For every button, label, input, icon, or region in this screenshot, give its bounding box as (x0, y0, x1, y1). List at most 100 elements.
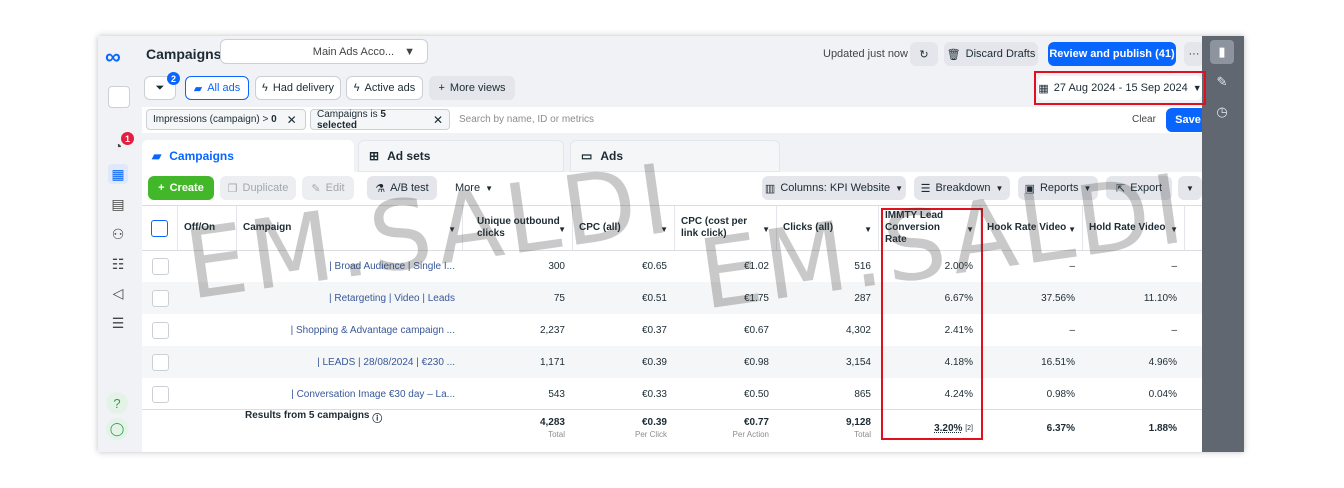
total-cpc-all: €0.39 Per Click (634, 417, 667, 439)
cell-clicks: 287 (854, 292, 871, 304)
chat-icon[interactable]: ◯ (106, 418, 128, 440)
menu-icon[interactable]: ☰ (108, 313, 128, 333)
cell-cpc-link: €0.98 (743, 356, 769, 368)
history-icon[interactable]: ◷ (1210, 100, 1234, 124)
meta-logo[interactable]: ∞ (105, 44, 121, 70)
cell-cpc-link: €0.50 (743, 388, 769, 400)
cell-cpc-link: €1.75 (743, 292, 769, 304)
cell-outbound: 2,237 (539, 324, 565, 336)
notifications-icon[interactable]: ◔ 1 (108, 132, 134, 156)
cell-outbound: 300 (548, 260, 565, 272)
col-hold-rate[interactable]: Hold Rate Video ▼ (1083, 206, 1185, 250)
tab-campaigns[interactable]: ▰ Campaigns (142, 140, 354, 172)
search-input[interactable]: Search by name, ID or metrics (459, 114, 594, 125)
table-row[interactable]: | Retargeting | Video | Leads 75 €0.51 €1.7… (142, 282, 1202, 314)
row-checkbox[interactable] (142, 314, 178, 346)
campaign-name-link[interactable]: | Conversation Image €30 day – La... (237, 378, 463, 410)
chart-icon[interactable]: ▮ (1210, 40, 1234, 64)
account-selector[interactable]: Main Ads Acco... ▼ (220, 39, 428, 64)
total-cpc-link: €0.77 Per Action (732, 417, 769, 439)
tab-ads[interactable]: ▭ Ads (570, 140, 780, 172)
tab-adsets[interactable]: ⊞ Ad sets (358, 140, 564, 172)
refresh-icon: ↻ (919, 48, 929, 61)
plus-icon: + (158, 182, 165, 194)
refresh-button[interactable]: ↻ (910, 42, 938, 66)
row-checkbox[interactable] (142, 346, 178, 378)
close-icon[interactable]: ✕ (433, 113, 443, 127)
discard-drafts-button[interactable]: 🗑 Discard Drafts (944, 42, 1038, 66)
more-views-button[interactable]: + More views (429, 76, 515, 100)
had-delivery-view[interactable]: ϟ Had delivery (255, 76, 341, 100)
filter-button[interactable]: ⏷ 2 (144, 72, 180, 100)
col-cpc-link[interactable]: CPC (cost per link click) ▼ (675, 206, 777, 250)
filter-chip-campaigns[interactable]: Campaigns is 5 selected ✕ (310, 109, 450, 131)
filter-count-badge: 2 (167, 72, 180, 85)
campaign-name-link[interactable]: | LEADS | 28/08/2024 | €230 ... (237, 346, 463, 378)
cell-cpc-all: €0.37 (641, 324, 667, 336)
table-row[interactable]: | LEADS | 28/08/2024 | €230 ... 1,171 €0.3… (142, 346, 1202, 378)
col-hook-rate[interactable]: Hook Rate Video ▼ (981, 206, 1083, 250)
review-publish-button[interactable]: Review and publish (41) (1048, 42, 1176, 66)
folder-icon: ▰ (152, 149, 162, 163)
export-button[interactable]: ⇱ Export (1106, 176, 1172, 200)
ad-icon: ▭ (581, 149, 593, 163)
columns-icon: ▥ (764, 182, 776, 195)
close-icon[interactable]: ✕ (287, 113, 297, 127)
edit-button[interactable]: ✎ Edit (302, 176, 354, 200)
col-outbound[interactable]: Unique outbound clicks ▼ (471, 206, 573, 250)
cell-clicks: 516 (854, 260, 871, 272)
ab-test-button[interactable]: ⚗ A/B test (367, 176, 437, 200)
duplicate-button[interactable]: ❐ Duplicate (220, 176, 296, 200)
table-row[interactable]: | Conversation Image €30 day – La... 543 €… (142, 378, 1202, 410)
catalog-icon[interactable]: ☷ (108, 254, 128, 274)
filter-chip-impressions[interactable]: Impressions (campaign) > 0 ✕ (146, 109, 306, 130)
cell-cpc-link: €0.67 (743, 324, 769, 336)
info-icon[interactable]: ⓘ (372, 410, 382, 425)
columns-button[interactable]: ▥ Columns: KPI Website ▼ (762, 176, 906, 200)
date-highlight-edge (1202, 71, 1206, 105)
account-name: Main Ads Acco... (312, 45, 395, 58)
account-avatar[interactable] (108, 86, 130, 108)
table-icon[interactable]: ▦ (108, 164, 128, 184)
totals-row: Results from 5 campaigns ⓘ 4,283 Total €0… (142, 409, 1202, 446)
campaign-name-link[interactable]: | Retargeting | Video | Leads (237, 282, 463, 314)
active-ads-view[interactable]: ϟ Active ads (346, 76, 423, 100)
row-checkbox[interactable] (142, 282, 178, 314)
cell-hold: – (1171, 324, 1177, 336)
breakdown-button[interactable]: ☰ Breakdown ▼ (914, 176, 1010, 200)
export-menu-button[interactable]: ▼ (1178, 176, 1202, 200)
col-cpc-all[interactable]: CPC (all) ▼ (573, 206, 675, 250)
cell-hook: 16.51% (1041, 356, 1075, 368)
more-button[interactable]: More ▼ (448, 176, 500, 200)
filter-bar: Impressions (campaign) > 0 ✕ Campaigns i… (142, 107, 1210, 133)
select-all-checkbox[interactable] (142, 206, 178, 250)
megaphone-icon[interactable]: ◁ (108, 283, 128, 303)
help-icon[interactable]: ? (106, 392, 128, 414)
cell-cpc-all: €0.33 (641, 388, 667, 400)
cell-hold: 4.96% (1148, 356, 1177, 368)
col-campaign[interactable]: Campaign ▼ (237, 206, 463, 250)
row-checkbox[interactable] (142, 378, 178, 410)
campaign-name-link[interactable]: | Shopping & Advantage campaign ... (237, 314, 463, 346)
flask-icon: ⚗ (375, 182, 386, 195)
all-ads-view[interactable]: ▰ All ads (185, 76, 249, 100)
create-button[interactable]: + Create (148, 176, 214, 200)
pencil-icon[interactable]: ✎ (1210, 70, 1234, 94)
table-row[interactable]: | Broad Audience | Single I... 300 €0.65 €1… (142, 250, 1202, 282)
row-checkbox[interactable] (142, 250, 178, 282)
campaign-name-link[interactable]: | Broad Audience | Single I... (237, 250, 463, 282)
col-clicks[interactable]: Clicks (all) ▼ (777, 206, 879, 250)
audiences-icon[interactable]: ⚇ (108, 224, 128, 244)
more-options-button[interactable]: ··· (1184, 42, 1204, 66)
cell-clicks: 865 (854, 388, 871, 400)
cell-hook: – (1069, 324, 1075, 336)
clear-button[interactable]: Clear (1132, 114, 1156, 125)
chevron-down-icon: ▼ (404, 45, 415, 58)
col-offon[interactable]: Off/On (178, 206, 237, 250)
pages-icon[interactable]: ▤ (108, 194, 128, 214)
reports-button[interactable]: ▣ Reports ▼ (1018, 176, 1098, 200)
cell-cpc-all: €0.39 (641, 356, 667, 368)
table-header: Off/On Campaign ▼ Unique outbound clicks ▼… (142, 205, 1202, 251)
table-row[interactable]: | Shopping & Advantage campaign ... 2,237… (142, 314, 1202, 346)
plus-icon: + (438, 82, 445, 94)
